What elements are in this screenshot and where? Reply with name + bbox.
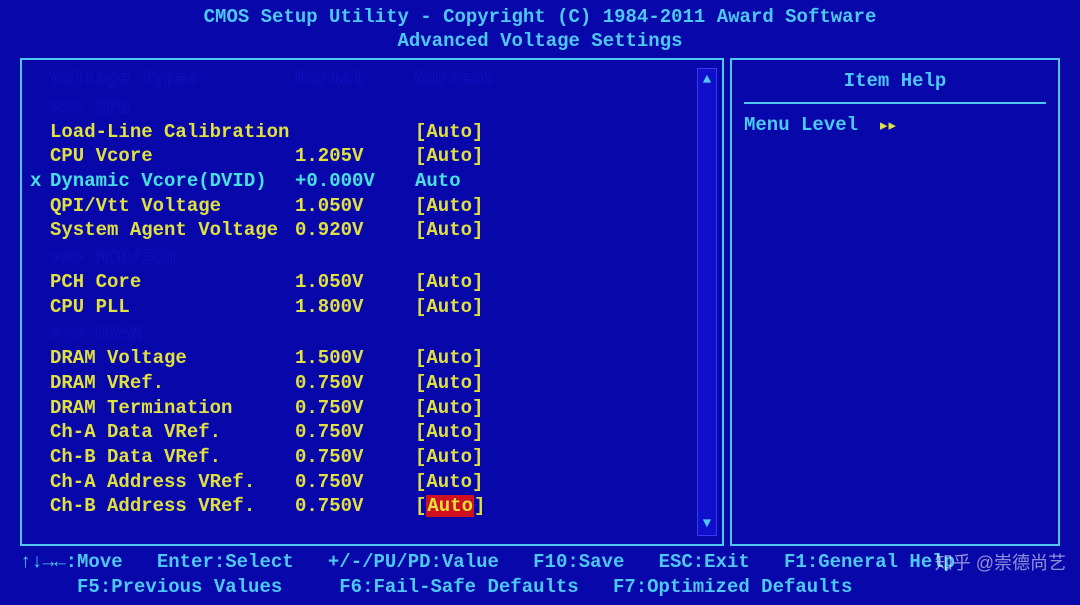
setting-normal: 1.500V [295, 346, 415, 371]
setting-label: Ch-B Address VRef. [50, 494, 295, 519]
row-cpu-vcore[interactable]: CPU Vcore 1.205V [Auto] [50, 144, 722, 169]
row-system-agent-voltage[interactable]: System Agent Voltage 0.920V [Auto] [50, 218, 722, 243]
setting-normal: 1.205V [295, 144, 415, 169]
setting-label: Load-Line Calibration [50, 120, 295, 145]
row-dynamic-vcore[interactable]: x Dynamic Vcore(DVID) +0.000V Auto [50, 169, 722, 194]
setting-value: [Auto] [415, 120, 483, 145]
hint-failsafe: F6:Fail-Safe Defaults [339, 575, 578, 601]
setting-normal: 0.750V [295, 494, 415, 519]
setting-value: [Auto] [415, 470, 483, 495]
setting-label: Dynamic Vcore(DVID) [50, 169, 295, 194]
help-title: Item Help [744, 70, 1046, 104]
setting-label: PCH Core [50, 270, 295, 295]
setting-normal: 0.750V [295, 371, 415, 396]
setting-normal: +0.000V [295, 169, 415, 194]
setting-value: [Auto] [415, 420, 483, 445]
row-cpu-pll[interactable]: CPU PLL 1.800V [Auto] [50, 295, 722, 320]
setting-label: Ch-A Data VRef. [50, 420, 295, 445]
row-cha-data-vref[interactable]: Ch-A Data VRef. 0.750V [Auto] [50, 420, 722, 445]
row-dram-vref[interactable]: DRAM VRef. 0.750V [Auto] [50, 371, 722, 396]
active-marker-icon: x [30, 169, 41, 194]
setting-label: DRAM Termination [50, 396, 295, 421]
col-label: Voltage Types [50, 68, 295, 90]
row-chb-data-vref[interactable]: Ch-B Data VRef. 0.750V [Auto] [50, 445, 722, 470]
row-chb-address-vref[interactable]: Ch-B Address VRef. 0.750V [Auto] [50, 494, 722, 519]
setting-normal: 0.750V [295, 445, 415, 470]
setting-label: System Agent Voltage [50, 218, 295, 243]
menu-level-label: Menu Level [744, 114, 858, 136]
col-normal: Normal [295, 68, 415, 90]
hint-move: ↑↓→←:Move [20, 550, 123, 576]
header-line-1: CMOS Setup Utility - Copyright (C) 1984-… [0, 6, 1080, 30]
setting-value: [Auto] [415, 371, 483, 396]
scroll-up-icon[interactable]: ▲ [703, 72, 711, 88]
column-headers: Voltage Types Normal Current [50, 68, 722, 93]
row-dram-termination[interactable]: DRAM Termination 0.750V [Auto] [50, 396, 722, 421]
setting-normal: 0.920V [295, 218, 415, 243]
section-dram: >>> DRAM [50, 319, 722, 346]
setting-value: [Auto] [415, 295, 483, 320]
setting-value: [Auto] [415, 218, 483, 243]
hint-optimized: F7:Optimized Defaults [613, 575, 852, 601]
setting-value: [Auto] [415, 346, 483, 371]
setting-label: Ch-A Address VRef. [50, 470, 295, 495]
row-load-line-calibration[interactable]: Load-Line Calibration [Auto] [50, 120, 722, 145]
scroll-down-icon[interactable]: ▼ [703, 516, 711, 532]
setting-value: [Auto] [415, 270, 483, 295]
setting-normal: 0.750V [295, 396, 415, 421]
hint-exit: ESC:Exit [659, 550, 750, 576]
bios-header: CMOS Setup Utility - Copyright (C) 1984-… [0, 0, 1080, 58]
row-qpi-vtt-voltage[interactable]: QPI/Vtt Voltage 1.050V [Auto] [50, 194, 722, 219]
setting-value: [Auto] [415, 396, 483, 421]
hint-help: F1:General Help [784, 550, 955, 576]
section-cpu: >>> CPU [50, 93, 722, 120]
hint-value: +/-/PU/PD:Value [328, 550, 499, 576]
menu-level: Menu Level ▸▸ [744, 114, 1046, 137]
hint-save: F10:Save [533, 550, 624, 576]
setting-label: Ch-B Data VRef. [50, 445, 295, 470]
setting-normal: 1.800V [295, 295, 415, 320]
hint-select: Enter:Select [157, 550, 294, 576]
watermark: 知乎 @崇德尚艺 [935, 549, 1066, 575]
section-mch-ich: >>> MCH/ICH [50, 243, 722, 270]
setting-label: DRAM Voltage [50, 346, 295, 371]
settings-panel: Voltage Types Normal Current >>> CPU Loa… [20, 58, 724, 546]
hint-previous: F5:Previous Values [77, 575, 282, 601]
setting-value: [Auto] [415, 194, 483, 219]
setting-value: [Auto] [415, 445, 483, 470]
setting-normal: 1.050V [295, 270, 415, 295]
setting-normal: 0.750V [295, 470, 415, 495]
footer-hints: ↑↓→←:Move Enter:Select +/-/PU/PD:Value F… [0, 546, 1080, 601]
setting-normal: 1.050V [295, 194, 415, 219]
row-cha-address-vref[interactable]: Ch-A Address VRef. 0.750V [Auto] [50, 470, 722, 495]
setting-label: QPI/Vtt Voltage [50, 194, 295, 219]
setting-normal: 0.750V [295, 420, 415, 445]
header-line-2: Advanced Voltage Settings [0, 30, 1080, 54]
setting-value: [Auto] [415, 144, 483, 169]
row-dram-voltage[interactable]: DRAM Voltage 1.500V [Auto] [50, 346, 722, 371]
setting-value: Auto [415, 169, 461, 194]
setting-label: DRAM VRef. [50, 371, 295, 396]
setting-value: [Auto] [415, 494, 485, 519]
row-pch-core[interactable]: PCH Core 1.050V [Auto] [50, 270, 722, 295]
setting-label: CPU Vcore [50, 144, 295, 169]
setting-label: CPU PLL [50, 295, 295, 320]
col-current: Current [415, 68, 495, 90]
help-panel: Item Help Menu Level ▸▸ [730, 58, 1060, 546]
scrollbar[interactable]: ▲ ▼ [697, 68, 717, 536]
chevron-right-icon: ▸▸ [878, 114, 895, 137]
